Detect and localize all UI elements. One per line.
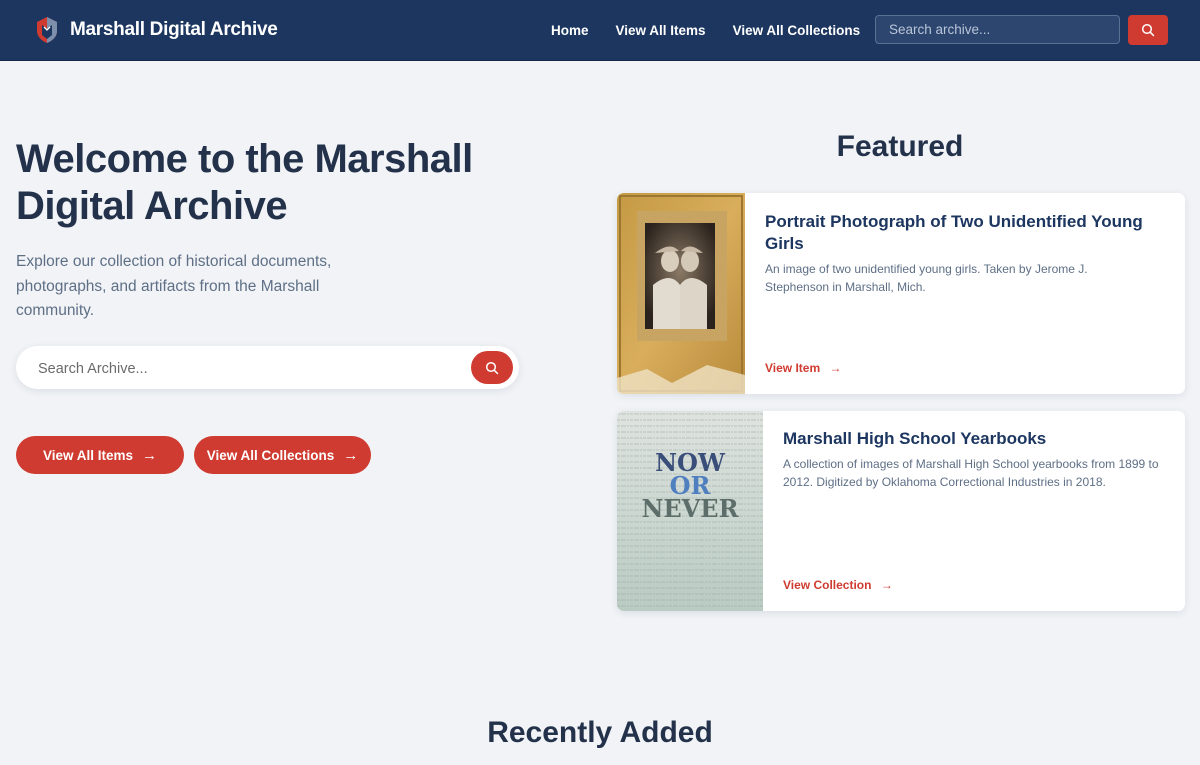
view-item-link[interactable]: View Item → xyxy=(765,361,841,375)
featured-card-collection: NOW OR NEVER Marshall High School Yearbo… xyxy=(617,411,1185,611)
arrow-right-icon: → xyxy=(343,446,359,464)
recently-added-heading: Recently Added xyxy=(487,716,713,749)
hero-search-bar xyxy=(16,346,519,391)
hero-title: Welcome to the Marshall Digital Archive xyxy=(16,137,473,228)
search-icon xyxy=(1141,23,1155,37)
portrait-photograph-image[interactable] xyxy=(617,193,745,394)
header-search-button[interactable] xyxy=(1128,15,1168,45)
view-all-items-button[interactable]: View All Items → xyxy=(16,436,184,474)
featured-item-title[interactable]: Portrait Photograph of Two Unidentified … xyxy=(765,211,1165,255)
nav-link-view-all-collections[interactable]: View All Collections xyxy=(733,23,861,38)
featured-collection-title[interactable]: Marshall High School Yearbooks xyxy=(783,428,1163,450)
search-icon xyxy=(485,361,499,374)
brand-link[interactable]: Marshall Digital Archive xyxy=(36,15,278,45)
featured-item-description: An image of two unidentified young girls… xyxy=(765,262,1088,294)
main-nav: Home View All Items View All Collections xyxy=(551,0,887,60)
archive-shield-logo-icon xyxy=(37,17,57,43)
nav-link-view-all-items[interactable]: View All Items xyxy=(616,23,706,38)
view-item-label: View Item xyxy=(765,361,821,375)
featured-heading: Featured xyxy=(836,130,964,163)
arrow-right-icon: → xyxy=(829,361,842,375)
header-search-input[interactable] xyxy=(875,15,1120,44)
featured-collection-description: A collection of images of Marshall High … xyxy=(783,457,1159,489)
arrow-right-icon: → xyxy=(880,578,893,592)
hero-search-button[interactable] xyxy=(471,351,513,384)
view-all-items-label: View All Items xyxy=(42,447,134,463)
view-collection-label: View Collection xyxy=(783,578,872,592)
yearbook-cover-image[interactable]: NOW OR NEVER xyxy=(617,411,763,611)
arrow-right-icon: → xyxy=(142,446,158,464)
yearbook-cover-never: NEVER xyxy=(641,494,739,523)
view-collection-link[interactable]: View Collection → xyxy=(783,578,893,592)
view-all-collections-button[interactable]: View All Collections → xyxy=(194,436,371,474)
hero-search-input[interactable] xyxy=(36,346,460,391)
top-navigation-bar: Marshall Digital Archive Home View All I… xyxy=(0,0,1200,61)
featured-card-item: Portrait Photograph of Two Unidentified … xyxy=(617,193,1185,394)
view-all-collections-label: View All Collections xyxy=(206,447,335,463)
hero-subtitle: Explore our collection of historical doc… xyxy=(16,253,332,319)
nav-link-home[interactable]: Home xyxy=(551,23,589,38)
brand-name: Marshall Digital Archive xyxy=(70,19,278,40)
